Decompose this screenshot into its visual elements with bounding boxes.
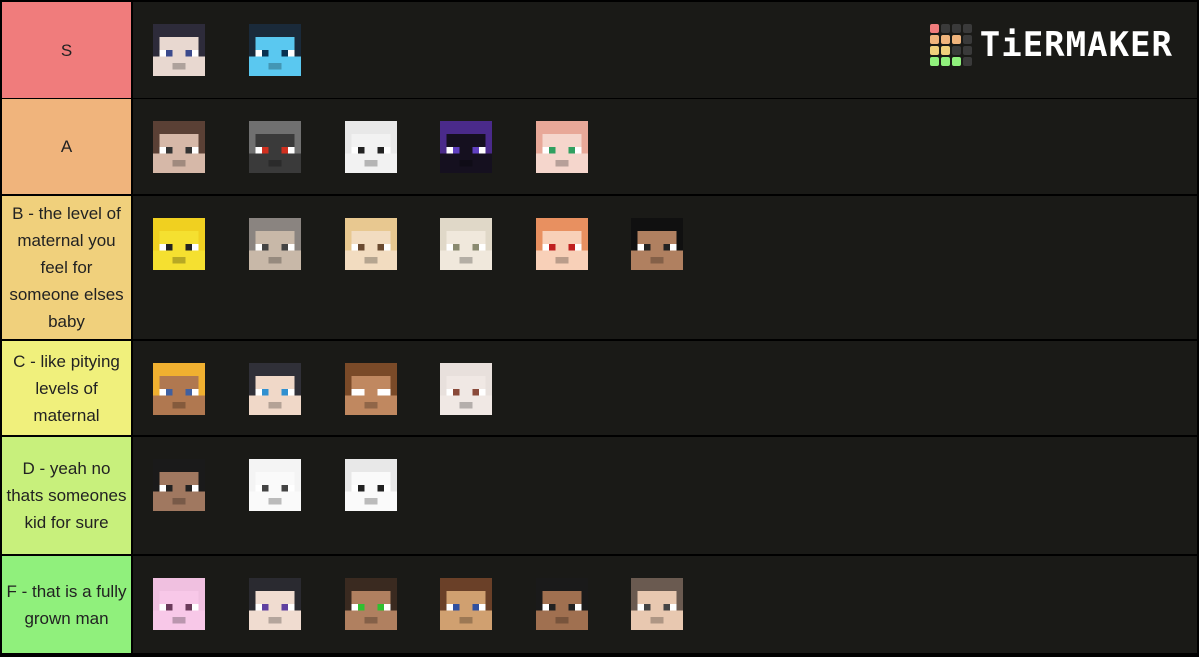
logo-text: TiERMAKER xyxy=(979,25,1173,65)
face-white-glasses-icon[interactable] xyxy=(249,459,301,511)
face-black-hair-purple-eyes-icon[interactable] xyxy=(249,578,301,630)
tier-label[interactable]: F - that is a fully grown man xyxy=(2,556,131,653)
tier-row: B - the level of maternal you feel for s… xyxy=(2,196,1197,339)
face-white-block-icon[interactable] xyxy=(345,121,397,173)
face-gray-hair-tan-icon[interactable] xyxy=(249,218,301,270)
tier-items[interactable] xyxy=(133,99,1197,194)
face-pink-pig-crown-icon[interactable] xyxy=(153,578,205,630)
face-orange-hair-red-eyes-icon[interactable] xyxy=(536,218,588,270)
face-cream-hair-icon[interactable] xyxy=(440,218,492,270)
tier-label[interactable]: S xyxy=(2,2,131,98)
face-dark-hair-blue-eyes-icon[interactable] xyxy=(153,24,205,76)
tier-items[interactable] xyxy=(133,196,1197,339)
face-black-hair-blue-eyes-icon[interactable] xyxy=(249,363,301,415)
face-brown-hair-blue-eyes-icon[interactable] xyxy=(440,578,492,630)
tier-items[interactable] xyxy=(133,341,1197,435)
face-yellow-crown-smile-icon[interactable] xyxy=(153,218,205,270)
face-gray-red-eyes-icon[interactable] xyxy=(249,121,301,173)
tier-row: A xyxy=(2,99,1197,194)
tier-items[interactable]: TiERMAKER xyxy=(133,2,1197,98)
tier-row: S TiERMAKER xyxy=(2,2,1197,98)
face-green-shirt-dark-icon[interactable] xyxy=(536,578,588,630)
face-polar-bear-icon[interactable] xyxy=(345,459,397,511)
face-pink-hair-green-eyes-icon[interactable] xyxy=(536,121,588,173)
tier-row: D - yeah no thats someones kid for sure xyxy=(2,437,1197,554)
tier-label[interactable]: A xyxy=(2,99,131,194)
tier-items[interactable] xyxy=(133,437,1197,554)
tiermaker-logo: TiERMAKER xyxy=(929,24,1173,66)
face-brown-hair-steve-icon[interactable] xyxy=(345,363,397,415)
tier-row: F - that is a fully grown man xyxy=(2,556,1197,653)
face-blue-slime-icon[interactable] xyxy=(249,24,301,76)
tier-items[interactable] xyxy=(133,556,1197,653)
face-black-hair-tan-icon[interactable] xyxy=(631,218,683,270)
face-blonde-tan-icon[interactable] xyxy=(153,363,205,415)
face-blonde-cat-ears-icon[interactable] xyxy=(345,218,397,270)
tier-label[interactable]: D - yeah no thats someones kid for sure xyxy=(2,437,131,554)
face-hat-dark-skin-icon[interactable] xyxy=(153,459,205,511)
face-gray-brown-hair-icon[interactable] xyxy=(631,578,683,630)
face-brown-green-eyes-icon[interactable] xyxy=(345,578,397,630)
tier-board: S TiERMAKER A B - the level of maternal you… xyxy=(0,0,1199,657)
face-purple-black-icon[interactable] xyxy=(440,121,492,173)
face-white-brown-patches-icon[interactable] xyxy=(440,363,492,415)
tier-label[interactable]: B - the level of maternal you feel for s… xyxy=(2,196,131,339)
tier-label[interactable]: C - like pitying levels of maternal xyxy=(2,341,131,435)
face-brown-hair-crown-icon[interactable] xyxy=(153,121,205,173)
tier-row: C - like pitying levels of maternal xyxy=(2,341,1197,435)
logo-grid-icon xyxy=(929,24,972,66)
